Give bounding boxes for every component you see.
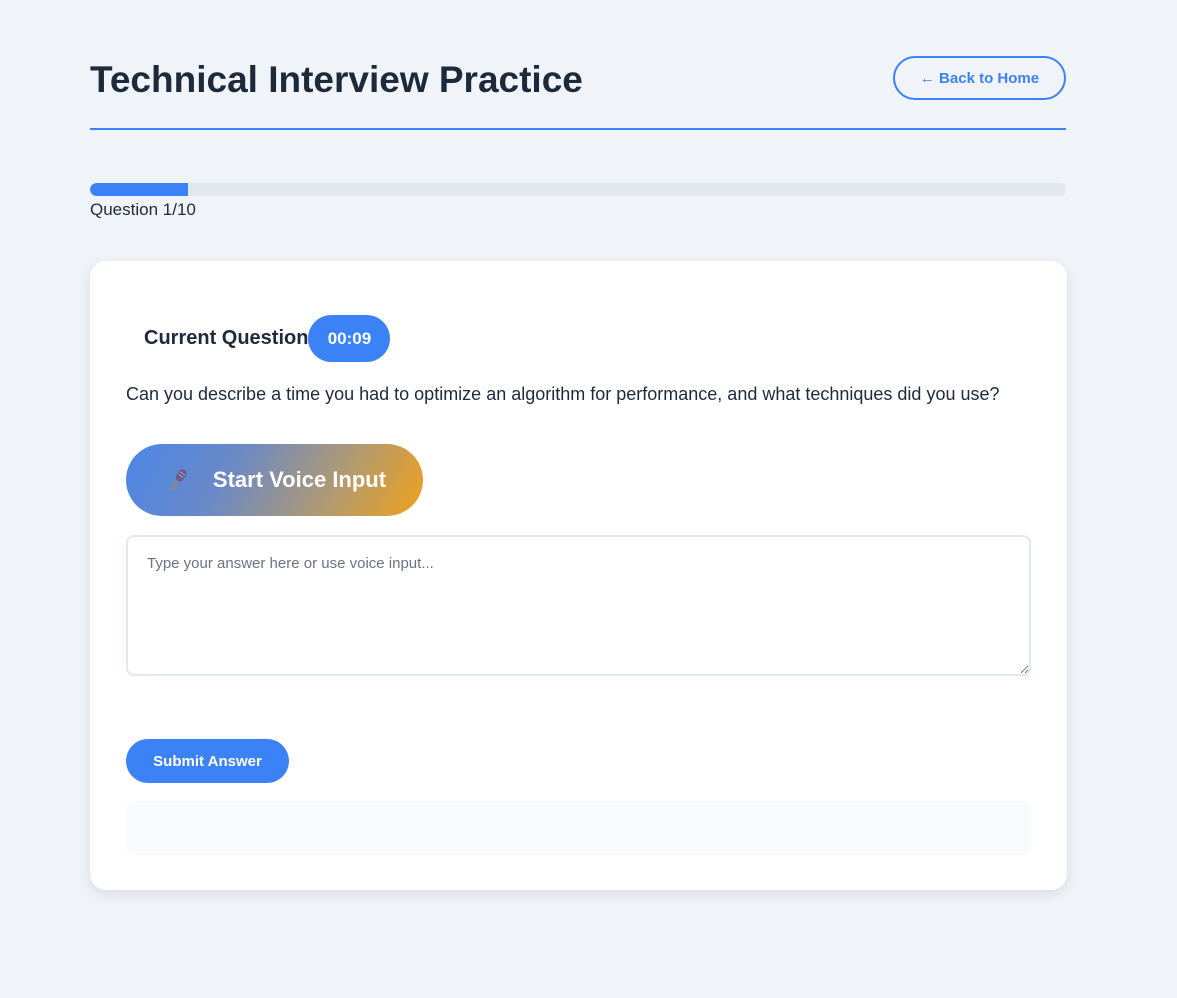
interview-page: Technical Interview Practice ← Back to H…	[0, 0, 1177, 998]
page-title: Technical Interview Practice	[90, 59, 583, 100]
feedback-area	[126, 801, 1031, 855]
page-header: Technical Interview Practice ← Back to H…	[90, 50, 1066, 130]
answer-input[interactable]	[126, 535, 1031, 676]
back-to-home-button[interactable]: ← Back to Home	[893, 56, 1066, 100]
progress-label: Question 1/10	[90, 200, 196, 219]
question-card: Current Question 00:09 Can you describe …	[90, 261, 1067, 890]
submit-answer-button[interactable]: Submit Answer	[126, 739, 289, 783]
start-voice-input-button[interactable]: Start Voice Input	[126, 444, 423, 516]
voice-button-label: Start Voice Input	[212, 467, 387, 492]
question-text: Can you describe a time you had to optim…	[126, 384, 1000, 404]
microphone-icon	[163, 465, 193, 495]
progress-bar	[90, 183, 1066, 196]
progress-bar-fill	[90, 183, 188, 196]
question-header: Current Question 00:09	[144, 315, 391, 362]
question-heading: Current Question	[144, 327, 309, 349]
timer-badge: 00:09	[308, 315, 391, 362]
